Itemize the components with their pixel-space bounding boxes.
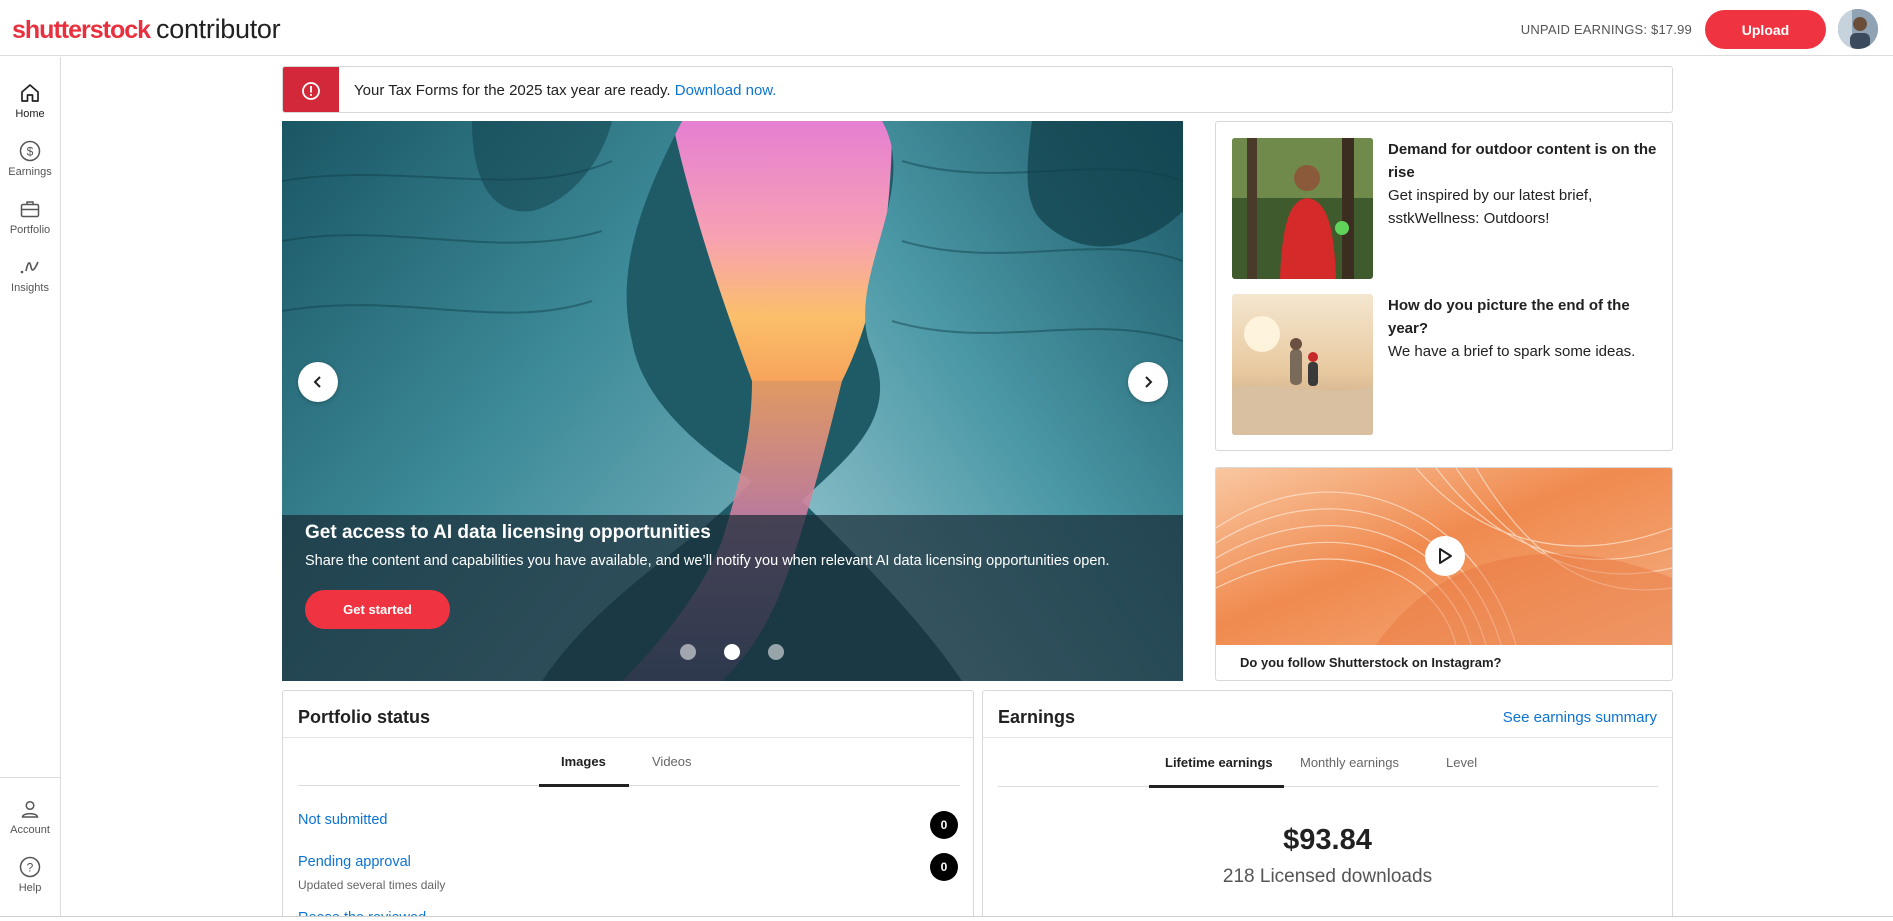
carousel-next-button[interactable] (1128, 362, 1168, 402)
card-divider (283, 737, 973, 738)
brief-title[interactable]: Demand for outdoor content is on the ris… (1388, 138, 1660, 184)
earnings-card: Earnings See earnings summary Lifetime e… (982, 690, 1673, 921)
sidebar-item-label: Insights (11, 282, 49, 294)
sidebar-item-earnings[interactable]: $ Earnings (0, 139, 60, 178)
brief-title[interactable]: How do you picture the end of the year? (1388, 294, 1660, 340)
tab-monthly-earnings[interactable]: Monthly earnings (1300, 755, 1399, 770)
svg-text:?: ? (27, 861, 34, 875)
svg-text:$: $ (27, 145, 34, 159)
portfolio-status-card: Portfolio status Images Videos Not submi… (282, 690, 974, 921)
avatar-photo (1838, 9, 1878, 49)
logo-brand: shutterstock (12, 16, 151, 44)
briefs-card: Demand for outdoor content is on the ris… (1215, 121, 1673, 451)
carousel-dot-3[interactable] (768, 644, 784, 660)
lifetime-earnings-amount: $93.84 (1283, 824, 1372, 856)
brief-outdoor-image[interactable] (1232, 138, 1373, 279)
sidebar-item-label: Home (15, 108, 45, 120)
briefcase-icon (20, 201, 40, 218)
download-now-link[interactable]: Download now. (675, 82, 777, 99)
beach-photo (1232, 294, 1373, 435)
tax-forms-banner: Your Tax Forms for the 2025 tax year are… (282, 66, 1673, 113)
see-earnings-summary-link[interactable]: See earnings summary (1503, 709, 1657, 726)
window-bottom-edge (0, 916, 1893, 921)
sidebar-item-label: Earnings (8, 166, 52, 178)
unpaid-earnings: UNPAID EARNINGS: $17.99 (1520, 22, 1692, 37)
brief-outdoor-text: Demand for outdoor content is on the ris… (1388, 138, 1660, 230)
brief-year-end-text: How do you picture the end of the year? … (1388, 294, 1660, 363)
brief-year-end-image[interactable] (1232, 294, 1373, 435)
tabs-baseline (298, 785, 960, 786)
sidebar-divider (0, 777, 60, 778)
instagram-caption: Do you follow Shutterstock on Instagram? (1240, 655, 1502, 670)
chevron-left-icon (313, 376, 321, 388)
brief-body: Get inspired by our latest brief, sstkWe… (1388, 187, 1593, 227)
hero-description: Share the content and capabilities you h… (305, 553, 1110, 569)
chevron-right-icon (1145, 376, 1153, 388)
sidebar-item-insights[interactable]: Insights (0, 255, 60, 294)
logo-subtitle: contributor (156, 14, 281, 44)
upload-button[interactable]: Upload (1705, 10, 1826, 49)
sidebar-item-label: Help (18, 882, 42, 894)
instagram-video-thumbnail (1216, 468, 1672, 645)
home-icon (21, 84, 39, 102)
outdoor-photo (1232, 138, 1373, 279)
instagram-card[interactable]: Do you follow Shutterstock on Instagram? (1215, 467, 1673, 681)
sidebar-item-home[interactable]: Home (0, 81, 60, 120)
carousel-prev-button[interactable] (298, 362, 338, 402)
tabs-baseline (998, 786, 1658, 787)
pending-approval-count: 0 (930, 853, 958, 881)
portfolio-status-title: Portfolio status (298, 707, 431, 727)
alert-icon-box (283, 67, 339, 112)
play-icon (1439, 548, 1452, 564)
user-avatar[interactable] (1838, 9, 1878, 49)
insights-icon (20, 261, 39, 274)
sidebar-item-label: Portfolio (9, 224, 51, 236)
earnings-title: Earnings (998, 707, 1076, 727)
tab-images[interactable]: Images (561, 754, 606, 769)
sidebar-nav: Home $ Earnings Portfolio Insights Accou… (0, 57, 61, 921)
sidebar-item-help[interactable]: ? Help (0, 855, 60, 894)
carousel-dot-1[interactable] (680, 644, 696, 660)
tab-videos[interactable]: Videos (652, 754, 692, 769)
brief-body: We have a brief to spark some ideas. (1388, 343, 1636, 360)
hero-carousel: Get access to AI data licensing opportun… (282, 121, 1183, 681)
carousel-dot-2[interactable] (724, 644, 740, 660)
banner-message: Your Tax Forms for the 2025 tax year are… (354, 82, 776, 99)
top-bar: shutterstock contributor UNPAID EARNINGS… (0, 0, 1893, 56)
shutterstock-contributor-logo[interactable]: shutterstock contributor (12, 14, 281, 44)
not-submitted-link[interactable]: Not submitted (298, 812, 387, 828)
tab-level[interactable]: Level (1446, 755, 1477, 770)
tab-active-indicator (539, 784, 629, 787)
tab-active-indicator (1149, 785, 1284, 788)
sidebar-item-portfolio[interactable]: Portfolio (0, 197, 60, 236)
dollar-circle-icon: $ (19, 140, 41, 162)
help-icon: ? (19, 856, 41, 878)
play-video-button[interactable] (1425, 536, 1465, 576)
hero-title: Get access to AI data licensing opportun… (305, 522, 711, 543)
banner-text: Your Tax Forms for the 2025 tax year are… (354, 82, 675, 99)
sidebar-item-label: Account (10, 824, 50, 836)
licensed-downloads-count: 218 Licensed downloads (1222, 866, 1433, 887)
tab-lifetime-earnings[interactable]: Lifetime earnings (1165, 755, 1273, 770)
pending-approval-link[interactable]: Pending approval (298, 854, 411, 870)
pending-approval-note: Updated several times daily (298, 878, 446, 892)
alert-icon (302, 81, 320, 100)
card-divider (983, 737, 1672, 738)
sidebar-item-account[interactable]: Account (0, 797, 60, 836)
get-started-button[interactable]: Get started (305, 590, 450, 629)
user-icon (21, 800, 39, 818)
not-submitted-count: 0 (930, 811, 958, 839)
